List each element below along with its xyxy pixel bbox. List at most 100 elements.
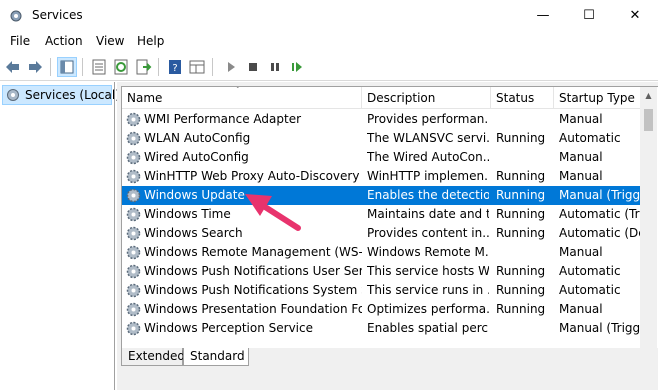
service-name: WinHTTP Web Proxy Auto-Discovery S... bbox=[144, 169, 362, 183]
tree-item-label: Services (Local) bbox=[25, 88, 120, 102]
table-row[interactable]: Windows Update Enables the detectio... Run… bbox=[122, 186, 640, 205]
close-button[interactable]: ✕ bbox=[612, 0, 658, 31]
table-row[interactable]: WinHTTP Web Proxy Auto-Discovery S... Win… bbox=[122, 167, 640, 186]
gear-icon bbox=[126, 150, 141, 165]
table-row[interactable]: Wired AutoConfig The Wired AutoCon... Manu… bbox=[122, 148, 640, 167]
gear-icon bbox=[126, 188, 141, 203]
service-startup-type: Automatic (Del bbox=[559, 226, 640, 240]
service-name: Windows Update bbox=[144, 188, 245, 202]
gear-icon bbox=[126, 283, 141, 298]
back-icon[interactable] bbox=[4, 58, 22, 76]
toolbar: ? bbox=[0, 53, 658, 81]
stop-icon[interactable] bbox=[244, 58, 262, 76]
service-description: Maintains date and t... bbox=[367, 207, 489, 221]
menu-file[interactable]: File bbox=[10, 34, 30, 48]
service-startup-type: Manual bbox=[559, 112, 603, 126]
menu-action[interactable]: Action bbox=[45, 34, 83, 48]
tab-extended[interactable]: Extended bbox=[121, 348, 185, 366]
service-name: Windows Time bbox=[144, 207, 231, 221]
service-description: WinHTTP implemen... bbox=[367, 169, 489, 183]
service-status bbox=[496, 319, 554, 338]
scrollbar-thumb[interactable] bbox=[644, 109, 653, 131]
service-description: The WLANSVC servi... bbox=[367, 131, 489, 145]
help-icon[interactable]: ? bbox=[166, 58, 184, 76]
toolbar-separator bbox=[50, 58, 51, 76]
service-description: Optimizes performa... bbox=[367, 302, 489, 316]
table-row[interactable]: Windows Push Notifications System Se... T… bbox=[122, 281, 640, 300]
gear-icon bbox=[126, 169, 141, 184]
service-startup-type: Automatic bbox=[559, 264, 621, 278]
pause-icon[interactable] bbox=[266, 58, 284, 76]
gear-icon bbox=[126, 131, 141, 146]
tree-item-services-local[interactable]: Services (Local) bbox=[2, 85, 120, 105]
column-header-name[interactable]: Name bbox=[122, 87, 362, 109]
gear-icon bbox=[126, 302, 141, 317]
table-row[interactable]: Windows Presentation Foundation Fon... Op… bbox=[122, 300, 640, 319]
table-row[interactable]: Windows Remote Management (WS-... Windows… bbox=[122, 243, 640, 262]
gear-icon bbox=[126, 321, 141, 336]
service-status: Running bbox=[496, 188, 546, 202]
toolbar-separator bbox=[82, 58, 83, 76]
service-startup-type: Automatic bbox=[559, 131, 621, 145]
service-description: Windows Remote M... bbox=[367, 245, 489, 259]
service-name: Windows Presentation Foundation Fon... bbox=[144, 302, 362, 316]
service-name: Wired AutoConfig bbox=[144, 150, 249, 164]
resume-icon[interactable] bbox=[288, 58, 306, 76]
vertical-scrollbar[interactable]: ▲ bbox=[640, 87, 657, 348]
forward-icon[interactable] bbox=[26, 58, 44, 76]
table-row[interactable]: Windows Search Provides content in... Runn… bbox=[122, 224, 640, 243]
gear-icon bbox=[126, 207, 141, 222]
export-icon[interactable] bbox=[134, 58, 152, 76]
service-name: Windows Push Notifications User Servi... bbox=[144, 264, 362, 278]
gear-icon bbox=[7, 89, 19, 101]
service-startup-type: Manual bbox=[559, 169, 603, 183]
service-description: Enables the detectio... bbox=[367, 188, 489, 202]
properties-icon[interactable] bbox=[90, 58, 108, 76]
gear-icon bbox=[126, 264, 141, 279]
menu-bar: File Action View Help bbox=[0, 31, 658, 53]
table-row[interactable]: Windows Perception Service Enables spatia… bbox=[122, 319, 640, 338]
service-status bbox=[496, 243, 554, 262]
service-description: Provides content in... bbox=[367, 226, 489, 240]
minimize-button[interactable]: — bbox=[520, 0, 566, 31]
console-tree-icon[interactable] bbox=[57, 57, 77, 77]
service-startup-type: Automatic (Trig bbox=[559, 207, 640, 221]
service-status: Running bbox=[496, 169, 546, 183]
services-list: ⌄ Name Description Status Startup Type W… bbox=[121, 86, 658, 348]
table-row[interactable]: Windows Time Maintains date and t... Runni… bbox=[122, 205, 640, 224]
start-icon[interactable] bbox=[222, 58, 240, 76]
service-name: Windows Perception Service bbox=[144, 321, 313, 335]
service-status: Running bbox=[496, 302, 546, 316]
service-status: Running bbox=[496, 131, 546, 145]
console-tree: Services (Local) bbox=[0, 82, 120, 390]
service-status bbox=[496, 110, 554, 129]
tab-standard[interactable]: Standard bbox=[183, 348, 249, 366]
toolbar-separator bbox=[212, 58, 213, 76]
menu-help[interactable]: Help bbox=[137, 34, 164, 48]
service-status: Running bbox=[496, 207, 546, 221]
scroll-up-icon[interactable]: ▲ bbox=[640, 87, 657, 104]
services-pane: ⌄ Name Description Status Startup Type W… bbox=[117, 82, 658, 390]
service-description: This service runs in ... bbox=[367, 283, 489, 297]
maximize-button[interactable]: ☐ bbox=[566, 0, 612, 31]
mmc-view-icon[interactable] bbox=[188, 58, 206, 76]
window-title: Services bbox=[32, 8, 83, 22]
service-status: Running bbox=[496, 264, 546, 278]
refresh-icon[interactable] bbox=[112, 58, 130, 76]
list-header: ⌄ Name Description Status Startup Type bbox=[122, 87, 640, 109]
column-header-startup-type[interactable]: Startup Type bbox=[554, 87, 640, 109]
svg-text:?: ? bbox=[172, 63, 177, 74]
service-name: Windows Push Notifications System Se... bbox=[144, 283, 362, 297]
service-name: WMI Performance Adapter bbox=[144, 112, 302, 126]
column-header-status[interactable]: Status bbox=[491, 87, 554, 109]
table-row[interactable]: WLAN AutoConfig The WLANSVC servi... Runni… bbox=[122, 129, 640, 148]
table-row[interactable]: WMI Performance Adapter Provides performa… bbox=[122, 110, 640, 129]
table-row[interactable]: Windows Push Notifications User Servi...… bbox=[122, 262, 640, 281]
column-header-description[interactable]: Description bbox=[362, 87, 491, 109]
service-startup-type: Manual bbox=[559, 245, 603, 259]
service-startup-type: Manual bbox=[559, 150, 603, 164]
service-name: WLAN AutoConfig bbox=[144, 131, 251, 145]
service-description: The Wired AutoCon... bbox=[367, 150, 489, 164]
menu-view[interactable]: View bbox=[96, 34, 124, 48]
gear-icon bbox=[126, 112, 141, 127]
